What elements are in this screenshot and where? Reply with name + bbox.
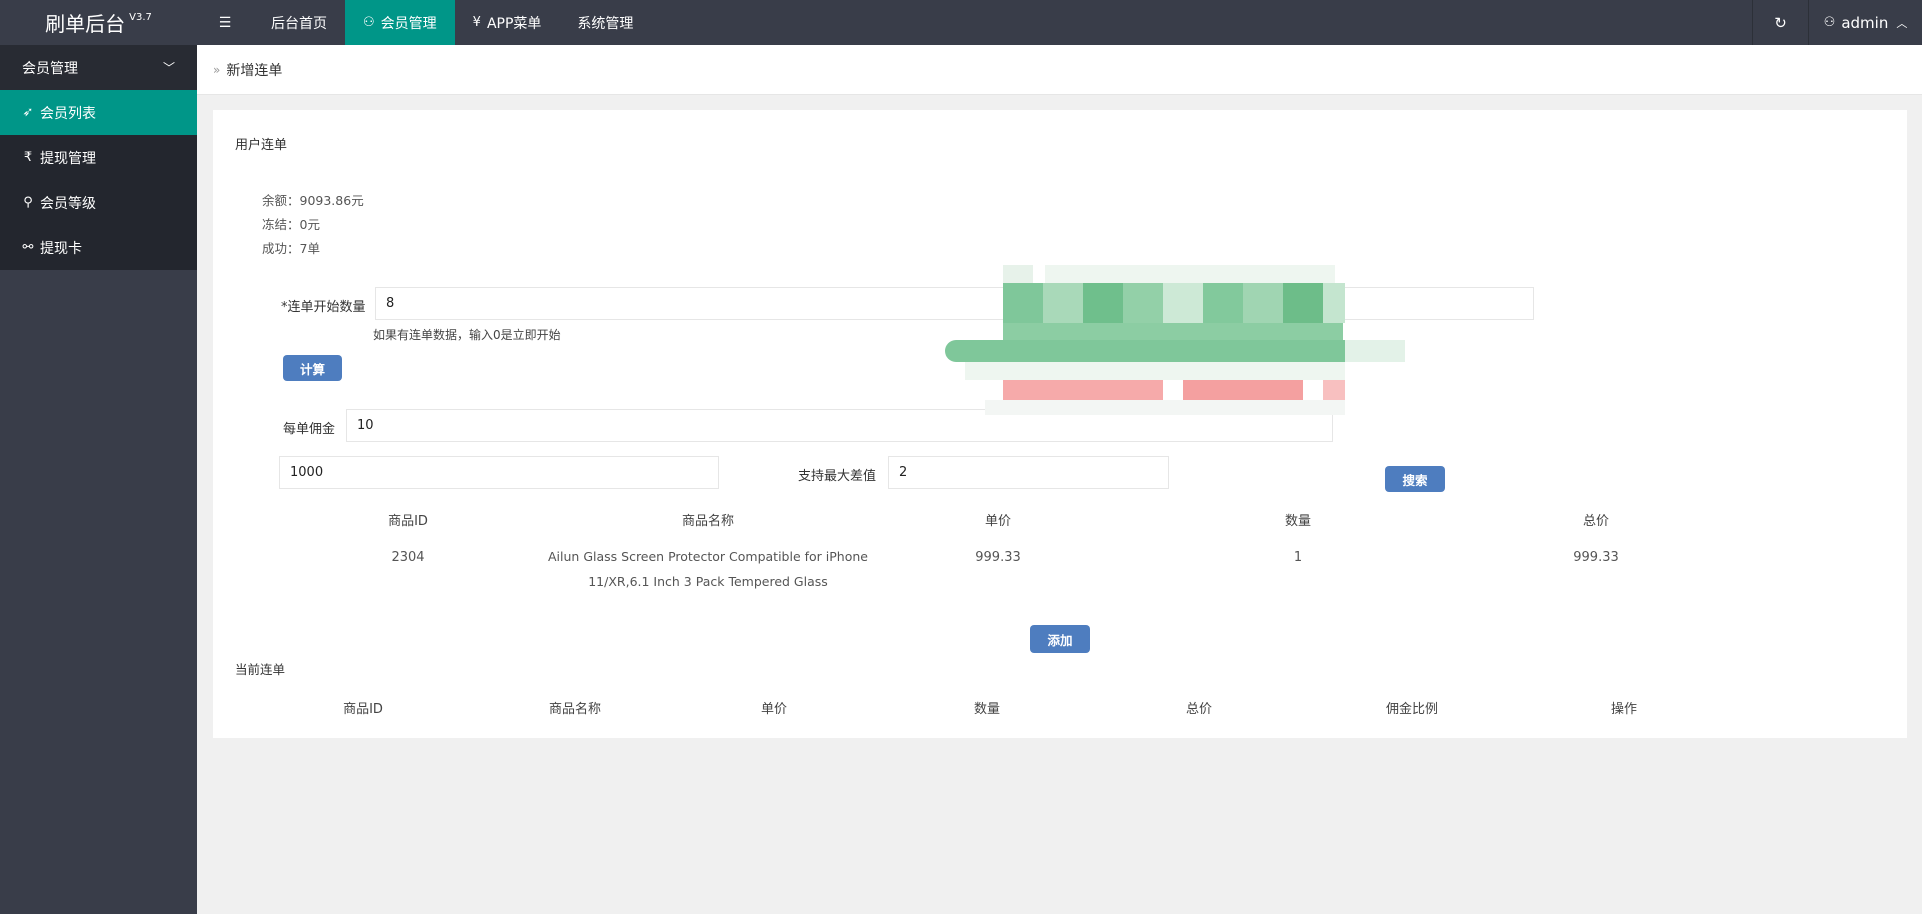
nav-members[interactable]: ⚇ 会员管理 <box>345 0 455 45</box>
username: admin <box>1841 13 1889 32</box>
start-qty-label: *连单开始数量 <box>281 300 366 315</box>
current-col-id: 商品ID <box>343 702 383 717</box>
start-qty-input[interactable]: 8 <box>375 287 1534 320</box>
refresh-icon: ↻ <box>1774 13 1787 32</box>
success-text: 成功：7单 <box>262 241 320 256</box>
current-col-total: 总价 <box>1185 702 1212 717</box>
brand-name: 刷单后台 <box>45 12 126 36</box>
col-header-name: 商品名称 <box>681 514 734 529</box>
nav-label: 会员管理 <box>380 15 437 32</box>
search-button[interactable]: 搜索 <box>1385 466 1445 492</box>
rupee-icon: ₹ <box>23 150 33 165</box>
balance-text: 余额：9093.86元 <box>262 193 364 208</box>
sidebar-group-members[interactable]: 会员管理 ﹀ <box>0 45 197 90</box>
top-header: 刷单后台 V3.7 ☰ 后台首页 ⚇ 会员管理 ¥ APP菜单 系统管理 ↻ ⚇… <box>0 0 1922 45</box>
sidebar-group-label: 会员管理 <box>22 60 78 77</box>
add-button[interactable]: 添加 <box>1030 625 1090 653</box>
breadcrumb-current: 新增连单 <box>226 62 283 79</box>
commission-label: 每单佣金 <box>283 422 336 437</box>
sidebar-item-withdraw[interactable]: ₹ 提现管理 <box>0 135 197 180</box>
rocket-icon: ➶ <box>22 105 34 120</box>
table-cell-qty: 1 <box>1293 550 1303 565</box>
sidebar: 会员管理 ﹀ ➶ 会员列表 ₹ 提现管理 ⚲ 会员等级 ⚯ 提现卡 <box>0 45 197 914</box>
chevron-up-icon: ︿ <box>1896 16 1908 30</box>
col-header-total: 总价 <box>1582 514 1609 529</box>
brand: 刷单后台 V3.7 <box>0 0 197 45</box>
menu-icon: ☰ <box>218 14 232 31</box>
table-cell-price: 999.33 <box>975 550 1021 565</box>
col-header-price: 单价 <box>984 514 1011 529</box>
sidebar-item-member-list[interactable]: ➶ 会员列表 <box>0 90 197 135</box>
current-col-qty: 数量 <box>973 702 1000 717</box>
col-header-qty: 数量 <box>1284 514 1311 529</box>
user-menu[interactable]: ⚇ admin ︿ <box>1808 0 1922 45</box>
top-nav: ☰ 后台首页 ⚇ 会员管理 ¥ APP菜单 系统管理 <box>197 0 651 45</box>
current-col-price: 单价 <box>760 702 787 717</box>
nav-label: 后台首页 <box>271 15 327 32</box>
sidebar-item-label: 提现卡 <box>40 240 82 257</box>
nav-label: 系统管理 <box>577 15 634 32</box>
current-col-name: 商品名称 <box>548 702 601 717</box>
sidebar-item-label: 会员列表 <box>40 105 96 122</box>
start-qty-hint: 如果有连单数据，输入0是立即开始 <box>373 328 561 342</box>
sidebar-item-withdraw-card[interactable]: ⚯ 提现卡 <box>0 225 197 270</box>
link-icon: ⚯ <box>22 240 34 255</box>
form-card: 用户连单 余额：9093.86元 冻结：0元 成功：7单 *连单开始数量 8 如… <box>213 110 1907 738</box>
sidebar-item-label: 会员等级 <box>40 195 96 212</box>
double-chevron-icon: » <box>213 62 221 77</box>
nav-home[interactable]: 后台首页 <box>253 0 345 45</box>
top-right: ↻ ⚇ admin ︿ <box>1752 0 1922 45</box>
brand-version: V3.7 <box>129 12 152 23</box>
nav-label: APP菜单 <box>486 15 542 32</box>
key-icon: ⚲ <box>23 195 33 210</box>
table-cell-id: 2304 <box>391 550 425 565</box>
current-col-action: 操作 <box>1610 702 1637 717</box>
nav-system[interactable]: 系统管理 <box>559 0 651 45</box>
frozen-text: 冻结：0元 <box>262 217 320 232</box>
section-title: 用户连单 <box>235 138 288 153</box>
amount-input[interactable]: 1000 <box>279 456 719 489</box>
commission-input[interactable]: 10 <box>346 409 1333 442</box>
yen-icon: ¥ <box>472 15 481 30</box>
breadcrumb: » 新增连单 <box>197 45 1922 95</box>
sidebar-item-member-level[interactable]: ⚲ 会员等级 <box>0 180 197 225</box>
nav-app-menu[interactable]: ¥ APP菜单 <box>455 0 560 45</box>
sidebar-item-label: 提现管理 <box>40 150 96 167</box>
table-cell-name: Ailun Glass Screen Protector Compatible … <box>548 549 868 589</box>
current-title: 当前连单 <box>235 662 286 677</box>
user-icon: ⚇ <box>363 15 375 30</box>
refresh-button[interactable]: ↻ <box>1752 0 1808 45</box>
user-icon: ⚇ <box>1823 15 1836 30</box>
calculate-button[interactable]: 计算 <box>283 355 342 381</box>
chevron-down-icon: ﹀ <box>162 61 175 75</box>
max-diff-input[interactable]: 2 <box>888 456 1169 489</box>
table-cell-total: 999.33 <box>1573 550 1619 565</box>
menu-toggle-button[interactable]: ☰ <box>197 0 253 45</box>
max-diff-label: 支持最大差值 <box>798 469 877 484</box>
current-col-commission: 佣金比例 <box>1385 702 1438 717</box>
col-header-id: 商品ID <box>388 514 428 529</box>
